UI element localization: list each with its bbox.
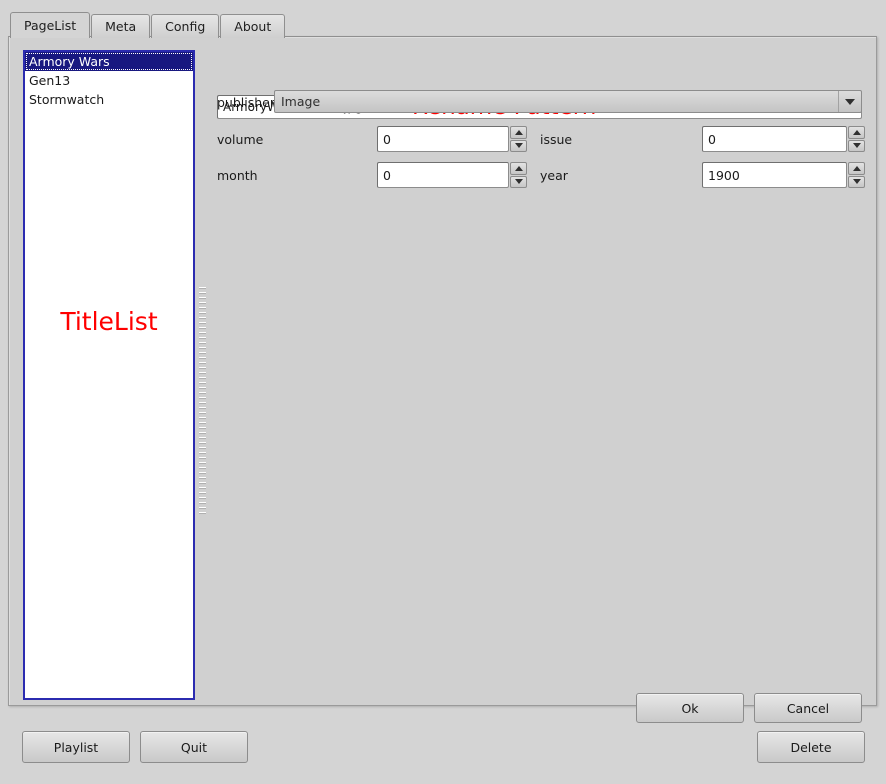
cancel-button[interactable]: Cancel	[754, 693, 862, 723]
volume-stepper[interactable]: 0	[377, 126, 527, 152]
title-list[interactable]: Armory Wars Gen13 Stormwatch TitleList	[23, 50, 195, 700]
tab-pagelist[interactable]: PageList	[10, 12, 91, 38]
tab-meta-label: Meta	[105, 19, 137, 34]
publisher-select[interactable]: Image	[274, 90, 862, 113]
playlist-button-label: Playlist	[53, 739, 99, 755]
year-increment-button[interactable]	[848, 162, 865, 175]
issue-label: issue	[540, 132, 573, 147]
title-list-overlay-label: TitleList	[60, 307, 158, 336]
chevron-down-icon[interactable]	[838, 91, 861, 112]
list-item-label: Armory Wars	[29, 54, 110, 69]
quit-button-label: Quit	[180, 739, 208, 755]
issue-decrement-button[interactable]	[848, 139, 865, 152]
year-decrement-button[interactable]	[848, 175, 865, 188]
issue-stepper-buttons	[848, 126, 865, 152]
list-item[interactable]: Gen13	[25, 71, 193, 90]
year-stepper-buttons	[848, 162, 865, 188]
tab-about[interactable]: About	[220, 14, 286, 38]
list-item[interactable]: Stormwatch	[25, 90, 193, 109]
month-stepper[interactable]: 0	[377, 162, 527, 188]
volume-input[interactable]: 0	[377, 126, 509, 152]
delete-button-label: Delete	[790, 739, 832, 755]
cancel-button-label: Cancel	[786, 700, 830, 716]
year-stepper[interactable]: 1900	[702, 162, 865, 188]
delete-button[interactable]: Delete	[757, 731, 865, 763]
month-increment-button[interactable]	[510, 162, 527, 175]
month-input[interactable]: 0	[377, 162, 509, 188]
tab-pagelist-label: PageList	[24, 18, 77, 33]
issue-stepper[interactable]: 0	[702, 126, 865, 152]
ok-button[interactable]: Ok	[636, 693, 744, 723]
publisher-value: Image	[281, 94, 321, 109]
tab-about-label: About	[234, 19, 272, 34]
month-decrement-button[interactable]	[510, 175, 527, 188]
issue-input[interactable]: 0	[702, 126, 847, 152]
month-value: 0	[383, 167, 391, 183]
quit-button[interactable]: Quit	[140, 731, 248, 763]
volume-label: volume	[217, 132, 264, 147]
tab-meta[interactable]: Meta	[91, 14, 151, 38]
year-input[interactable]: 1900	[702, 162, 847, 188]
month-stepper-buttons	[510, 162, 527, 188]
list-item[interactable]: Armory Wars	[25, 52, 193, 71]
pagelist-tab-panel: Armory Wars Gen13 Stormwatch TitleList A…	[8, 36, 877, 723]
volume-increment-button[interactable]	[510, 126, 527, 139]
month-label: month	[217, 168, 258, 183]
tab-config[interactable]: Config	[151, 14, 220, 38]
splitter-handle[interactable]	[199, 287, 206, 517]
volume-stepper-buttons	[510, 126, 527, 152]
list-item-label: Gen13	[29, 73, 71, 88]
issue-value: 0	[708, 131, 716, 147]
volume-value: 0	[383, 131, 391, 147]
year-label: year	[540, 168, 568, 183]
issue-increment-button[interactable]	[848, 126, 865, 139]
ok-button-label: Ok	[681, 700, 699, 716]
list-item-label: Stormwatch	[29, 92, 105, 107]
year-value: 1900	[708, 167, 740, 183]
volume-decrement-button[interactable]	[510, 139, 527, 152]
playlist-button[interactable]: Playlist	[22, 731, 130, 763]
tab-config-label: Config	[165, 19, 206, 34]
tab-bar: PageList Meta Config About	[10, 12, 286, 38]
publisher-label: publisher	[217, 95, 276, 110]
